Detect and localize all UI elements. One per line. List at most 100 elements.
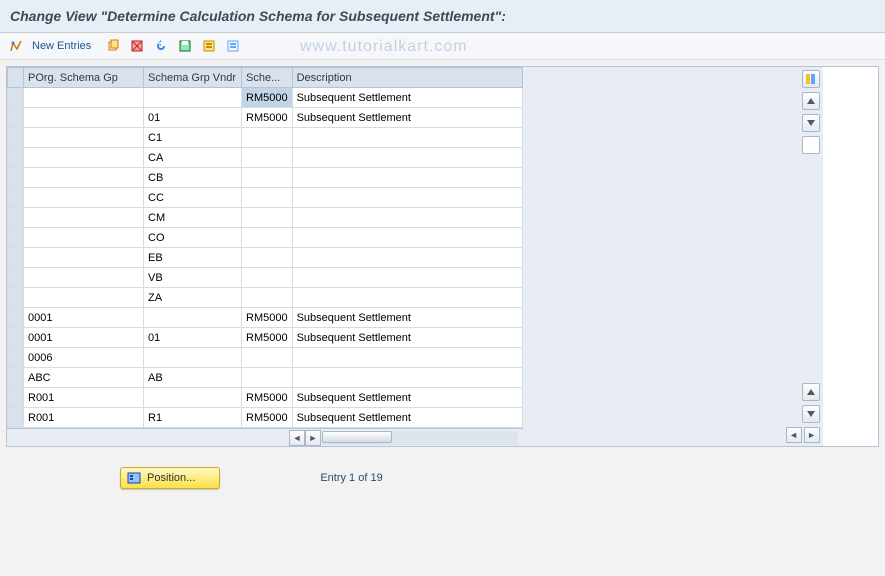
table-row[interactable]: EB xyxy=(8,248,523,268)
cell-desc[interactable] xyxy=(292,288,522,308)
row-selector[interactable] xyxy=(8,148,24,168)
cell-vndr[interactable]: EB xyxy=(144,248,242,268)
table-row[interactable]: R001RM5000Subsequent Settlement xyxy=(8,388,523,408)
row-selector[interactable] xyxy=(8,108,24,128)
cell-vndr[interactable]: CC xyxy=(144,188,242,208)
cell-porg[interactable]: ABC xyxy=(24,368,144,388)
cell-porg[interactable]: 0001 xyxy=(24,308,144,328)
col-header-vndr[interactable]: Schema Grp Vndr xyxy=(144,68,242,88)
cell-porg[interactable] xyxy=(24,228,144,248)
cell-sche[interactable]: RM5000 xyxy=(242,388,293,408)
cell-vndr[interactable]: CO xyxy=(144,228,242,248)
cell-sche[interactable]: RM5000 xyxy=(242,88,293,108)
cell-porg[interactable] xyxy=(24,88,144,108)
scroll-right-icon[interactable]: ► xyxy=(305,430,321,446)
cell-vndr[interactable]: CM xyxy=(144,208,242,228)
row-selector[interactable] xyxy=(8,128,24,148)
row-selector[interactable] xyxy=(8,188,24,208)
row-selector[interactable] xyxy=(8,408,24,428)
cell-vndr[interactable]: CA xyxy=(144,148,242,168)
cell-desc[interactable] xyxy=(292,208,522,228)
row-selector[interactable] xyxy=(8,388,24,408)
cell-porg[interactable] xyxy=(24,188,144,208)
cell-vndr[interactable]: R1 xyxy=(144,408,242,428)
table-row[interactable]: ABCAB xyxy=(8,368,523,388)
cell-sche[interactable] xyxy=(242,168,293,188)
table-row[interactable]: 0001RM5000Subsequent Settlement xyxy=(8,308,523,328)
deselect-all-icon[interactable] xyxy=(225,38,241,54)
col-header-desc[interactable]: Description xyxy=(292,68,522,88)
cell-sche[interactable] xyxy=(242,188,293,208)
cell-sche[interactable]: RM5000 xyxy=(242,328,293,348)
scroll-track[interactable] xyxy=(322,431,518,445)
side-scroll-right-icon[interactable]: ► xyxy=(804,427,820,443)
cell-porg[interactable] xyxy=(24,128,144,148)
undo-icon[interactable] xyxy=(153,38,169,54)
row-selector[interactable] xyxy=(8,248,24,268)
col-header-sche[interactable]: Sche... xyxy=(242,68,293,88)
table-row[interactable]: 01RM5000Subsequent Settlement xyxy=(8,108,523,128)
scroll-thumb[interactable] xyxy=(322,431,392,443)
cell-desc[interactable]: Subsequent Settlement xyxy=(292,88,522,108)
cell-desc[interactable] xyxy=(292,168,522,188)
config-columns-icon[interactable] xyxy=(802,70,820,88)
row-selector[interactable] xyxy=(8,228,24,248)
cell-vndr[interactable]: ZA xyxy=(144,288,242,308)
cell-desc[interactable]: Subsequent Settlement xyxy=(292,388,522,408)
table-row[interactable]: CC xyxy=(8,188,523,208)
cell-vndr[interactable] xyxy=(144,388,242,408)
cell-porg[interactable] xyxy=(24,148,144,168)
row-selector[interactable] xyxy=(8,168,24,188)
table-row[interactable]: VB xyxy=(8,268,523,288)
cell-vndr[interactable]: VB xyxy=(144,268,242,288)
table-row[interactable]: CA xyxy=(8,148,523,168)
row-selector[interactable] xyxy=(8,308,24,328)
cell-porg[interactable] xyxy=(24,108,144,128)
table-row[interactable]: CM xyxy=(8,208,523,228)
table-row[interactable]: 0006 xyxy=(8,348,523,368)
cell-desc[interactable]: Subsequent Settlement xyxy=(292,108,522,128)
cell-porg[interactable]: 0001 xyxy=(24,328,144,348)
copy-icon[interactable] xyxy=(105,38,121,54)
row-selector[interactable] xyxy=(8,88,24,108)
position-button[interactable]: Position... xyxy=(120,467,220,489)
cell-porg[interactable]: 0006 xyxy=(24,348,144,368)
cell-vndr[interactable]: 01 xyxy=(144,108,242,128)
cell-desc[interactable]: Subsequent Settlement xyxy=(292,308,522,328)
cell-sche[interactable] xyxy=(242,148,293,168)
cell-desc[interactable]: Subsequent Settlement xyxy=(292,408,522,428)
side-scroll-left-icon[interactable]: ◄ xyxy=(786,427,802,443)
scroll-marker-icon[interactable] xyxy=(802,136,820,154)
row-selector[interactable] xyxy=(8,348,24,368)
cell-sche[interactable] xyxy=(242,348,293,368)
table-row[interactable]: CO xyxy=(8,228,523,248)
scroll-left-icon[interactable]: ◄ xyxy=(289,430,305,446)
toggle-icon[interactable] xyxy=(8,38,24,54)
save-icon[interactable] xyxy=(177,38,193,54)
row-selector-header[interactable] xyxy=(8,68,24,88)
cell-vndr[interactable] xyxy=(144,308,242,328)
scroll-up2-icon[interactable] xyxy=(802,383,820,401)
table-row[interactable]: R001R1RM5000Subsequent Settlement xyxy=(8,408,523,428)
horizontal-scrollbar[interactable]: ◄ ► xyxy=(7,428,523,446)
cell-desc[interactable] xyxy=(292,228,522,248)
cell-desc[interactable]: Subsequent Settlement xyxy=(292,328,522,348)
scroll-down-icon[interactable] xyxy=(802,114,820,132)
row-selector[interactable] xyxy=(8,208,24,228)
row-selector[interactable] xyxy=(8,368,24,388)
cell-vndr[interactable] xyxy=(144,88,242,108)
cell-sche[interactable] xyxy=(242,288,293,308)
cell-sche[interactable] xyxy=(242,268,293,288)
cell-vndr[interactable]: C1 xyxy=(144,128,242,148)
cell-vndr[interactable]: AB xyxy=(144,368,242,388)
row-selector[interactable] xyxy=(8,268,24,288)
cell-porg[interactable] xyxy=(24,248,144,268)
col-header-porg[interactable]: POrg. Schema Gp xyxy=(24,68,144,88)
cell-desc[interactable] xyxy=(292,188,522,208)
table-row[interactable]: CB xyxy=(8,168,523,188)
scroll-up-icon[interactable] xyxy=(802,92,820,110)
table-row[interactable]: RM5000Subsequent Settlement xyxy=(8,88,523,108)
cell-vndr[interactable]: 01 xyxy=(144,328,242,348)
cell-porg[interactable]: R001 xyxy=(24,408,144,428)
cell-porg[interactable] xyxy=(24,288,144,308)
